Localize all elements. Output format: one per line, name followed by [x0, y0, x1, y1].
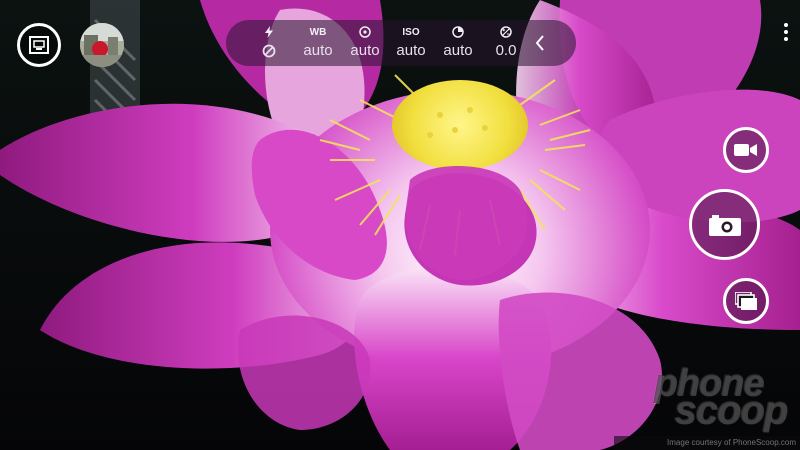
- flash-icon: [265, 26, 273, 38]
- camera-settings-bar: WB auto auto ISO auto auto 0.0: [226, 20, 576, 66]
- lens-switch-button[interactable]: [17, 23, 61, 67]
- flash-off-icon: [262, 44, 276, 58]
- more-options-button[interactable]: [780, 20, 792, 48]
- focus-value: auto: [350, 42, 380, 59]
- flash-control[interactable]: [246, 20, 292, 66]
- shutter-speed-icon: [452, 26, 464, 38]
- lens-switch-icon: [29, 36, 49, 54]
- more-vertical-icon: [784, 23, 788, 27]
- video-camera-icon: [734, 144, 757, 156]
- gallery-thumbnail: [80, 23, 124, 67]
- white-balance-control[interactable]: WB auto: [295, 20, 341, 66]
- chevron-left-icon[interactable]: [533, 33, 547, 53]
- phonescoop-watermark: phone scoop: [648, 362, 796, 434]
- exposure-control[interactable]: 0.0: [483, 20, 529, 66]
- focus-icon: [359, 26, 371, 38]
- white-balance-label: WB: [309, 27, 327, 38]
- focus-control[interactable]: auto: [342, 20, 388, 66]
- iso-value: auto: [396, 42, 426, 59]
- camera-icon: [708, 214, 741, 236]
- burst-mode-icon: [735, 292, 757, 310]
- watermark-line-2: scoop: [674, 388, 788, 432]
- burst-mode-button[interactable]: [723, 278, 769, 324]
- video-mode-button[interactable]: [723, 127, 769, 173]
- white-balance-value: auto: [303, 42, 333, 59]
- image-credit: Image courtesy of PhoneScoop.com: [614, 436, 800, 450]
- iso-label: ISO: [402, 27, 420, 38]
- capture-button[interactable]: [689, 189, 760, 260]
- camera-roll-thumbnail[interactable]: [80, 23, 124, 67]
- exposure-icon: [500, 26, 512, 38]
- iso-control[interactable]: ISO auto: [388, 20, 434, 66]
- shutter-speed-value: auto: [443, 42, 473, 59]
- shutter-speed-control[interactable]: auto: [435, 20, 481, 66]
- exposure-value: 0.0: [495, 42, 517, 59]
